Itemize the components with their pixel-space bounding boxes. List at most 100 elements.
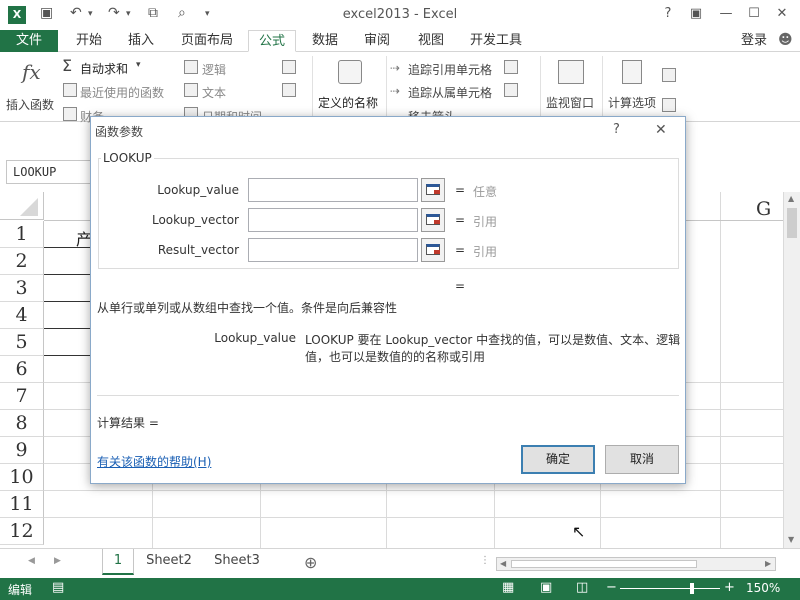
tab-developer[interactable]: 开发工具 bbox=[462, 30, 530, 52]
add-sheet-button[interactable]: ⊕ bbox=[304, 553, 317, 572]
scroll-down-icon[interactable]: ▼ bbox=[788, 535, 794, 544]
ribbon-separator bbox=[312, 56, 313, 116]
ribbon-separator bbox=[602, 56, 603, 116]
current-arg-description: LOOKUP 要在 Lookup_vector 中查找的值，可以是数值、文本、逻… bbox=[305, 333, 681, 347]
macro-record-icon[interactable]: ▤ bbox=[52, 580, 64, 595]
text-icon bbox=[184, 83, 198, 97]
dialog-title: 函数参数 bbox=[95, 125, 144, 139]
maximize-button[interactable]: ☐ bbox=[742, 6, 766, 21]
lookup-value-input[interactable] bbox=[248, 178, 418, 202]
tab-data[interactable]: 数据 bbox=[302, 30, 348, 52]
page-break-view-icon[interactable]: ◫ bbox=[576, 580, 588, 595]
tab-insert[interactable]: 插入 bbox=[118, 30, 164, 52]
row-header[interactable]: 6 bbox=[0, 356, 44, 383]
scroll-left-icon[interactable]: ◀ bbox=[500, 559, 506, 568]
cancel-button[interactable]: 取消 bbox=[605, 445, 679, 474]
select-all-corner[interactable] bbox=[0, 192, 44, 220]
row-header[interactable]: 1 bbox=[0, 221, 44, 248]
name-box[interactable]: LOOKUP bbox=[6, 160, 92, 184]
lookup-value-ref-button[interactable] bbox=[421, 178, 445, 202]
tab-formulas[interactable]: 公式 bbox=[248, 30, 296, 52]
close-button[interactable]: ✕ bbox=[770, 6, 794, 21]
row-header[interactable]: 12 bbox=[0, 518, 44, 545]
trace-precedents-button[interactable]: 追踪引用单元格 bbox=[408, 61, 492, 78]
zoom-slider-thumb[interactable] bbox=[690, 583, 694, 594]
calc-sheet-icon[interactable] bbox=[662, 98, 676, 112]
vertical-scrollbar[interactable]: ▲ ▼ bbox=[783, 192, 800, 548]
sheet-next-icon[interactable]: ▶ bbox=[54, 556, 61, 566]
lookup-vector-input[interactable] bbox=[248, 208, 418, 232]
trace-precedents-icon: ⇢ bbox=[390, 61, 401, 75]
tab-split-handle[interactable]: ⋮ bbox=[480, 555, 490, 566]
tab-file[interactable]: 文件 bbox=[0, 30, 58, 52]
result-vector-input[interactable] bbox=[248, 238, 418, 262]
arg-value: 任意 bbox=[473, 185, 498, 199]
page-layout-view-icon[interactable]: ▣ bbox=[540, 580, 552, 595]
dialog-help-button[interactable]: ? bbox=[613, 122, 620, 137]
column-header-g[interactable]: G bbox=[756, 198, 771, 220]
zoom-slider[interactable] bbox=[620, 583, 720, 594]
logical-button[interactable]: 逻辑 bbox=[202, 61, 226, 78]
sheet-tab-sheet2[interactable]: Sheet2 bbox=[138, 549, 200, 575]
row-header[interactable]: 2 bbox=[0, 248, 44, 275]
show-formulas-icon[interactable] bbox=[504, 60, 518, 74]
result-vector-ref-button[interactable] bbox=[421, 238, 445, 262]
row-header[interactable]: 8 bbox=[0, 410, 44, 437]
sheet-tab-sheet3[interactable]: Sheet3 bbox=[206, 549, 268, 575]
tab-view[interactable]: 视图 bbox=[408, 30, 454, 52]
insert-function-button[interactable]: fx 插入函数 bbox=[4, 56, 58, 114]
watch-window-button[interactable]: 监视窗口 bbox=[544, 56, 598, 116]
define-name-icon bbox=[338, 60, 362, 84]
tab-review[interactable]: 审阅 bbox=[354, 30, 400, 52]
normal-view-icon[interactable]: ▦ bbox=[502, 580, 514, 595]
watch-window-label: 监视窗口 bbox=[546, 96, 595, 110]
sheet-prev-icon[interactable]: ◀ bbox=[28, 556, 35, 566]
collapse-dialog-arrow bbox=[434, 220, 440, 224]
scroll-up-icon[interactable]: ▲ bbox=[788, 194, 794, 203]
text-button[interactable]: 文本 bbox=[202, 84, 226, 101]
row-header[interactable]: 11 bbox=[0, 491, 44, 518]
calc-now-icon[interactable] bbox=[662, 68, 676, 82]
minimize-button[interactable]: — bbox=[714, 6, 738, 21]
error-checking-icon[interactable] bbox=[504, 83, 518, 97]
lookup-ref-icon[interactable] bbox=[282, 60, 296, 74]
dialog-close-button[interactable]: ✕ bbox=[655, 122, 667, 138]
row-header[interactable]: 3 bbox=[0, 275, 44, 302]
trace-dependents-button[interactable]: 追踪从属单元格 bbox=[408, 84, 492, 101]
autosum-button[interactable]: 自动求和 bbox=[80, 60, 128, 77]
scroll-right-icon[interactable]: ▶ bbox=[765, 559, 771, 568]
lookup-vector-ref-button[interactable] bbox=[421, 208, 445, 232]
row-header[interactable]: 9 bbox=[0, 437, 44, 464]
zoom-level[interactable]: 150% bbox=[746, 581, 780, 595]
define-name-button[interactable]: 定义的名称 bbox=[318, 56, 382, 116]
recent-functions-button[interactable]: 最近使用的函数 bbox=[80, 84, 164, 101]
ribbon-separator bbox=[386, 56, 387, 116]
horizontal-scrollbar[interactable]: ◀ ▶ bbox=[496, 557, 776, 571]
sheet-tab-active[interactable]: 1 bbox=[102, 549, 134, 575]
user-icon[interactable]: ☻ bbox=[778, 32, 793, 48]
row-header[interactable]: 10 bbox=[0, 464, 44, 491]
autosum-dropdown-icon[interactable]: ▾ bbox=[136, 60, 141, 70]
zoom-out-button[interactable]: − bbox=[606, 580, 617, 595]
function-description: 从单行或单列或从数组中查找一个值。条件是向后兼容性 bbox=[97, 301, 398, 315]
current-arg-description-cont: 值，也可以是数值的的名称或引用 bbox=[305, 350, 486, 364]
ribbon-display-icon[interactable]: ▣ bbox=[684, 6, 708, 21]
row-header[interactable]: 4 bbox=[0, 302, 44, 329]
row-header[interactable]: 5 bbox=[0, 329, 44, 356]
hscroll-thumb[interactable] bbox=[511, 560, 697, 568]
tab-home[interactable]: 开始 bbox=[66, 30, 112, 52]
zoom-in-button[interactable]: + bbox=[724, 580, 735, 595]
signin-link[interactable]: 登录 bbox=[734, 30, 774, 52]
math-trig-icon[interactable] bbox=[282, 83, 296, 97]
ok-button[interactable]: 确定 bbox=[521, 445, 595, 474]
ribbon-tabs: 文件 开始 插入 页面布局 公式 数据 审阅 视图 开发工具 登录 ☻ bbox=[0, 30, 800, 52]
scroll-thumb[interactable] bbox=[787, 208, 797, 238]
tab-page-layout[interactable]: 页面布局 bbox=[172, 30, 242, 52]
autosum-icon: Σ bbox=[62, 56, 73, 75]
trace-dependents-icon: ⇢ bbox=[390, 84, 401, 98]
function-help-link[interactable]: 有关该函数的帮助(H) bbox=[97, 453, 211, 470]
arg-value: 引用 bbox=[473, 215, 498, 229]
calc-options-button[interactable]: 计算选项 bbox=[606, 56, 660, 116]
help-icon[interactable]: ? bbox=[656, 6, 680, 21]
row-header[interactable]: 7 bbox=[0, 383, 44, 410]
